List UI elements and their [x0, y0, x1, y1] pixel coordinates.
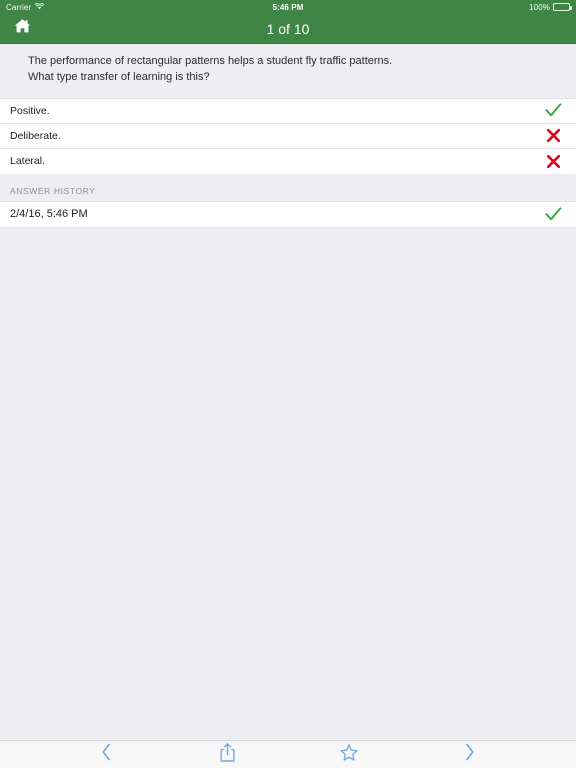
- answer-history-list: 2/4/16, 5:46 PM: [0, 201, 576, 228]
- cross-icon: [542, 125, 564, 147]
- answer-options-list: Positive. Deliberate. Lateral.: [0, 97, 576, 174]
- answer-option-label: Positive.: [10, 104, 50, 117]
- question-text: The performance of rectangular patterns …: [28, 55, 393, 83]
- status-bar: Carrier 5:46 PM 100%: [0, 0, 576, 14]
- answer-option-label: Deliberate.: [10, 129, 61, 142]
- answer-option-row[interactable]: Positive.: [0, 98, 576, 124]
- check-icon: [542, 203, 564, 225]
- answer-option-row[interactable]: Lateral.: [0, 148, 576, 174]
- share-icon: [220, 742, 235, 767]
- share-button[interactable]: [206, 742, 250, 768]
- navigation-bar: 1 of 10: [0, 14, 576, 44]
- question-block: The performance of rectangular patterns …: [0, 44, 576, 98]
- battery-percent-label: 100%: [529, 2, 550, 12]
- star-outline-icon: [339, 743, 358, 766]
- chevron-left-icon: [101, 743, 112, 766]
- home-button[interactable]: [9, 17, 35, 41]
- status-bar-time: 5:46 PM: [272, 2, 304, 12]
- favorite-button[interactable]: [327, 742, 371, 768]
- answer-history-header: ANSWER HISTORY: [0, 173, 576, 202]
- check-icon: [542, 100, 564, 122]
- chevron-right-icon: [464, 743, 475, 766]
- cross-icon: [542, 150, 564, 172]
- previous-button[interactable]: [85, 742, 129, 768]
- bottom-toolbar: [0, 740, 576, 768]
- answer-option-label: Lateral.: [10, 155, 46, 168]
- app-screen: Carrier 5:46 PM 100% 1 of 10 The perform…: [0, 0, 576, 768]
- page-title: 1 of 10: [266, 20, 310, 37]
- answer-history-row[interactable]: 2/4/16, 5:46 PM: [0, 201, 576, 227]
- battery-full-icon: [553, 3, 572, 11]
- status-bar-right: 100%: [529, 2, 572, 12]
- next-button[interactable]: [448, 742, 492, 768]
- answer-option-row[interactable]: Deliberate.: [0, 123, 576, 149]
- home-icon: [14, 18, 31, 39]
- empty-content-area: [0, 227, 576, 740]
- answer-history-timestamp: 2/4/16, 5:46 PM: [10, 208, 88, 221]
